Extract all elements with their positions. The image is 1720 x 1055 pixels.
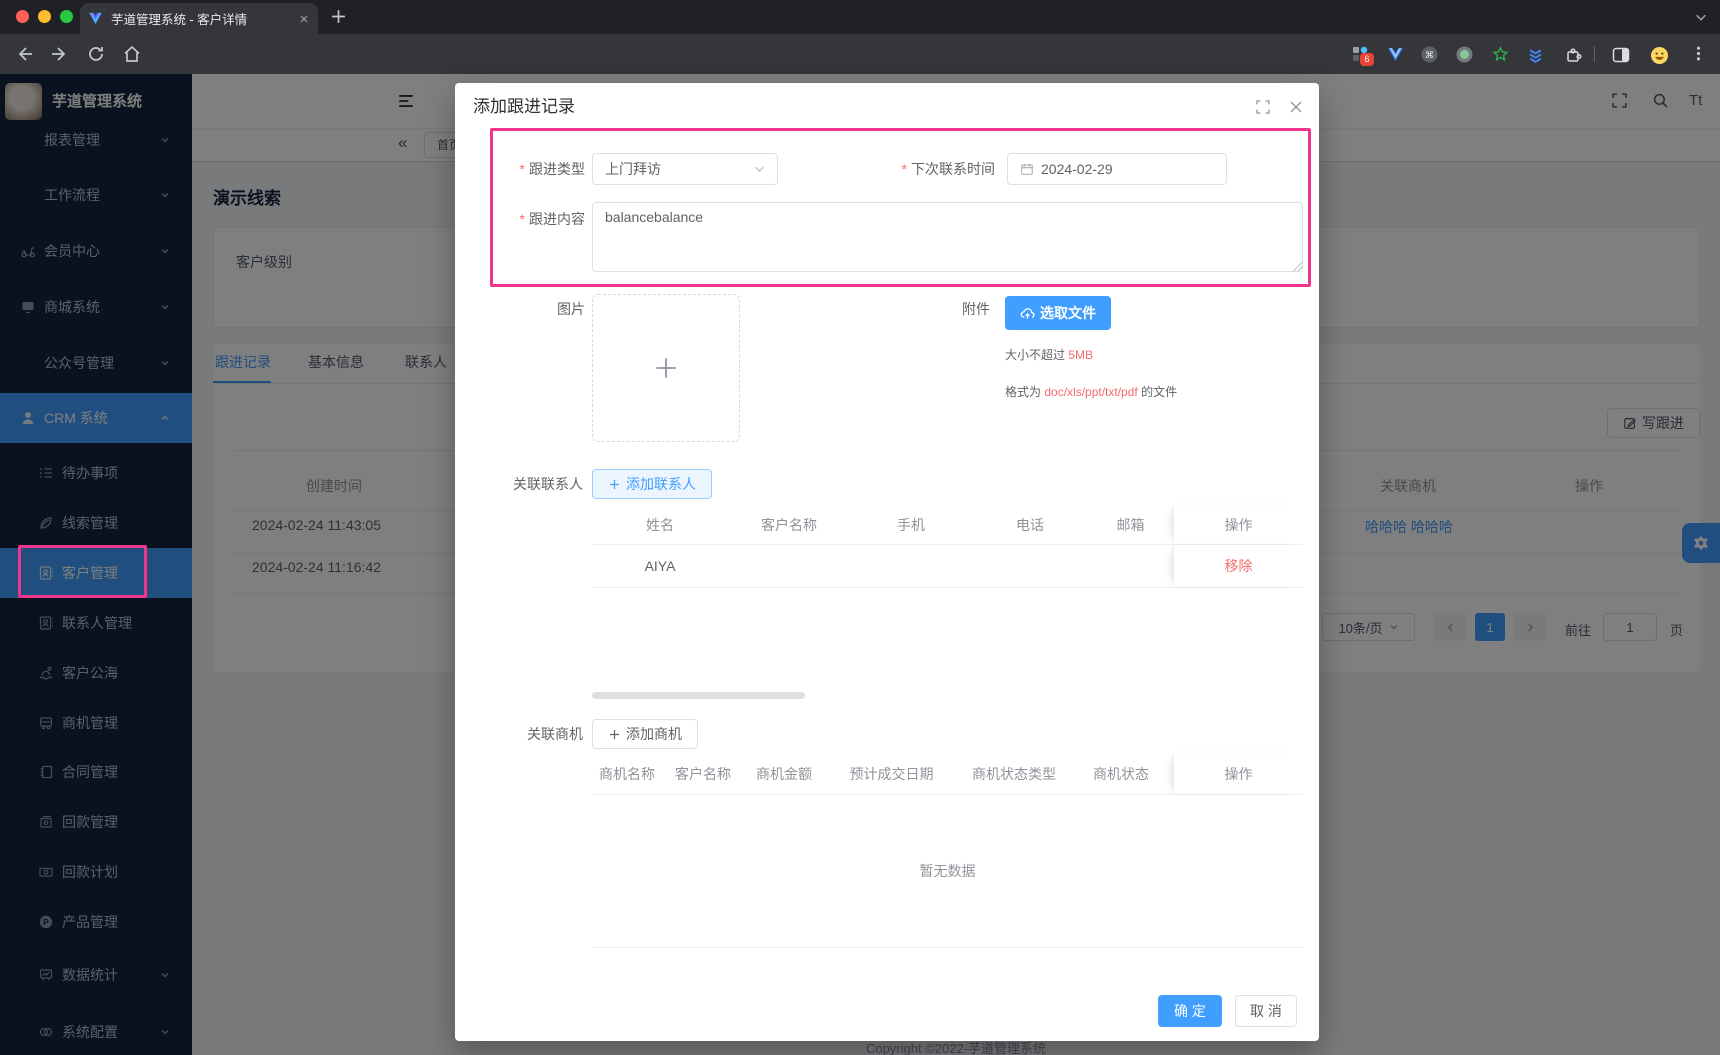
confirm-button[interactable]: 确 定: [1158, 995, 1222, 1027]
attachment-label: 附件: [930, 299, 990, 319]
favicon-icon: [88, 11, 103, 26]
related-business-label: 关联商机: [455, 719, 583, 749]
contact-name: AIYA: [592, 545, 728, 587]
business-table: 商机名称 客户名称 商机金额 预计成交日期 商机状态类型 商机状态 操作 暂无数…: [592, 753, 1303, 948]
plus-icon: [608, 728, 621, 741]
screen: 芋道管理系统 - 客户详情 127.0.0.1/crm/c: [0, 0, 1720, 1055]
tab-title: 芋道管理系统 - 客户详情: [111, 9, 290, 28]
browser-tabstrip: 芋道管理系统 - 客户详情: [0, 0, 1720, 34]
extension-layers-icon[interactable]: [1527, 46, 1544, 63]
extension-star-icon[interactable]: [1492, 46, 1509, 63]
extension-command-icon[interactable]: ⌘: [1421, 46, 1438, 63]
window-minimize-button[interactable]: [38, 10, 51, 23]
cancel-button[interactable]: 取 消: [1235, 995, 1297, 1027]
plus-icon: [608, 478, 621, 491]
home-icon[interactable]: [122, 44, 142, 64]
contacts-table: 姓名 客户名称 手机 电话 邮箱 操作 AIYA 移除: [592, 505, 1303, 588]
contacts-table-header: 姓名 客户名称 手机 电话 邮箱 操作: [592, 505, 1303, 545]
add-business-button[interactable]: 添加商机: [592, 719, 698, 749]
size-hint: 大小不超过 5MB: [1005, 346, 1093, 363]
image-label: 图片: [475, 299, 585, 319]
svg-text:⌘: ⌘: [1425, 50, 1434, 60]
next-contact-time-label: 下次联系时间: [835, 153, 995, 185]
related-contacts-label: 关联联系人: [455, 469, 583, 499]
next-contact-time-input[interactable]: 2024-02-29: [1007, 153, 1227, 185]
business-table-empty: 暂无数据: [592, 795, 1303, 948]
textarea-resize-grip[interactable]: [1293, 261, 1303, 271]
extension-vue-icon[interactable]: [1387, 46, 1404, 63]
new-tab-button[interactable]: [330, 8, 347, 25]
browser-menu-dots-icon[interactable]: [1690, 45, 1707, 62]
plus-icon: [652, 354, 680, 382]
browser-tab[interactable]: 芋道管理系统 - 客户详情: [80, 3, 318, 34]
followup-type-label: 跟进类型: [475, 153, 585, 185]
browser-toolbar: 127.0.0.1/crm/customer/detail/16 6 ⌘: [0, 34, 1720, 74]
horizontal-scrollbar[interactable]: [592, 692, 805, 699]
extension-recorder-icon[interactable]: [1456, 46, 1473, 63]
contacts-table-row: AIYA 移除: [592, 545, 1303, 588]
reload-icon[interactable]: [86, 44, 106, 64]
extension-grid-icon[interactable]: 6: [1352, 46, 1369, 63]
forward-icon[interactable]: [50, 44, 70, 64]
add-followup-dialog: 添加跟进记录 跟进类型 上门拜访 下次联系时间 2024-02-29 跟进内容 …: [455, 83, 1319, 1041]
calendar-icon: [1020, 162, 1034, 176]
followup-content-label: 跟进内容: [475, 209, 585, 229]
profile-avatar-emoji-icon[interactable]: [1650, 46, 1667, 63]
select-file-button[interactable]: 选取文件: [1005, 296, 1111, 330]
tab-search-chevron-icon[interactable]: [1694, 10, 1708, 24]
format-hint: 格式为 doc/xls/ppt/txt/pdf 的文件: [1005, 383, 1177, 400]
back-icon[interactable]: [14, 44, 34, 64]
remove-contact-link[interactable]: 移除: [1173, 545, 1303, 587]
extensions-puzzle-icon[interactable]: [1564, 46, 1581, 63]
window-close-button[interactable]: [16, 10, 29, 23]
tab-close-icon[interactable]: [298, 13, 310, 25]
dialog-fullscreen-icon[interactable]: [1255, 99, 1271, 115]
side-panel-icon[interactable]: [1612, 46, 1629, 63]
add-contact-button[interactable]: 添加联系人: [592, 469, 712, 499]
chevron-down-icon: [754, 164, 765, 175]
toolbar-divider: [1594, 46, 1595, 62]
followup-type-select[interactable]: 上门拜访: [592, 153, 778, 185]
image-upload-box[interactable]: [592, 294, 740, 442]
business-table-header: 商机名称 客户名称 商机金额 预计成交日期 商机状态类型 商机状态 操作: [592, 753, 1303, 795]
extension-badge: 6: [1360, 53, 1374, 66]
empty-text: 暂无数据: [920, 861, 976, 881]
followup-content-textarea[interactable]: balancebalance: [592, 202, 1303, 272]
window-zoom-button[interactable]: [60, 10, 73, 23]
cloud-upload-icon: [1020, 306, 1035, 321]
dialog-close-icon[interactable]: [1288, 99, 1304, 115]
dialog-title: 添加跟进记录: [473, 83, 575, 131]
